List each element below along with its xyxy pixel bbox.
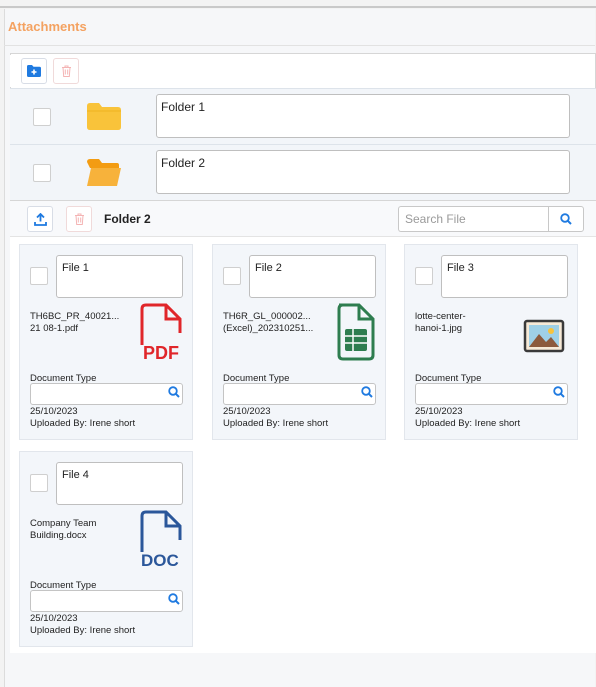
top-divider	[0, 6, 596, 8]
file-toolbar: Folder 2	[10, 201, 596, 237]
search-icon[interactable]	[361, 386, 373, 398]
file-filename: Company Team Building.docx	[30, 518, 97, 541]
file-card[interactable]: File 3 lotte-center- hanoi-1.jpg Documen…	[404, 244, 578, 440]
trash-icon	[61, 65, 71, 77]
search-icon[interactable]	[553, 386, 565, 398]
uploaded-by: Uploaded By: Irene short	[223, 418, 329, 429]
upload-date: 25/10/2023	[30, 406, 78, 417]
search-icon[interactable]	[168, 593, 180, 605]
file-checkbox[interactable]	[415, 267, 433, 285]
folder-name-field[interactable]: Folder 2	[156, 150, 570, 194]
add-folder-button[interactable]	[21, 58, 47, 84]
upload-date: 25/10/2023	[223, 406, 271, 417]
file-filename: TH6R_GL_000002... (Excel)_202310251...	[223, 311, 314, 334]
sheet-icon	[337, 303, 375, 361]
panel-title: Attachments	[8, 19, 87, 34]
add-folder-icon	[27, 65, 41, 77]
file-name-field[interactable]: File 3	[441, 255, 568, 298]
folder-row[interactable]: Folder 2	[10, 144, 596, 200]
file-name-field[interactable]: File 2	[249, 255, 376, 298]
current-folder-label: Folder 2	[104, 212, 151, 226]
title-divider	[4, 45, 595, 46]
uploaded-by: Uploaded By: Irene short	[30, 418, 136, 429]
file-name-field[interactable]: File 4	[56, 462, 183, 505]
delete-folder-button[interactable]	[53, 58, 79, 84]
upload-icon	[33, 212, 47, 226]
folder-contents: Folder 2 File 1 TH6BC_PR_40021... 21 08-…	[10, 200, 596, 653]
folder-list: Folder 1 Folder 2	[10, 88, 596, 200]
svg-text:PDF: PDF	[143, 343, 179, 363]
file-card[interactable]: File 1 TH6BC_PR_40021... 21 08-1.pdf PDF…	[19, 244, 193, 440]
document-type-input[interactable]	[30, 383, 183, 405]
file-filename: TH6BC_PR_40021... 21 08-1.pdf	[30, 311, 120, 334]
file-name-field[interactable]: File 1	[56, 255, 183, 298]
folder-row[interactable]: Folder 1	[10, 88, 596, 144]
folder-open-icon	[87, 159, 121, 186]
file-card[interactable]: File 2 TH6R_GL_000002... (Excel)_2023102…	[212, 244, 386, 440]
file-card[interactable]: File 4 Company Team Building.docx DOC Do…	[19, 451, 193, 647]
doc-icon: DOC	[140, 510, 182, 570]
image-icon	[523, 319, 565, 353]
folder-icon	[87, 103, 121, 130]
svg-text:DOC: DOC	[141, 551, 179, 570]
file-filename: lotte-center- hanoi-1.jpg	[415, 311, 466, 334]
folder-toolbar	[10, 55, 594, 87]
search-icon	[560, 213, 572, 225]
file-checkbox[interactable]	[30, 267, 48, 285]
folder-name-field[interactable]: Folder 1	[156, 94, 570, 138]
search-input[interactable]	[398, 206, 550, 232]
file-checkbox[interactable]	[223, 267, 241, 285]
upload-button[interactable]	[27, 206, 53, 232]
document-type-input[interactable]	[415, 383, 568, 405]
folder-checkbox[interactable]	[33, 108, 51, 126]
document-type-input[interactable]	[30, 590, 183, 612]
pdf-icon: PDF	[140, 303, 182, 363]
search-button[interactable]	[548, 206, 584, 232]
upload-date: 25/10/2023	[415, 406, 463, 417]
uploaded-by: Uploaded By: Irene short	[415, 418, 521, 429]
delete-file-button[interactable]	[66, 206, 92, 232]
document-type-input[interactable]	[223, 383, 376, 405]
search-icon[interactable]	[168, 386, 180, 398]
folder-checkbox[interactable]	[33, 164, 51, 182]
file-checkbox[interactable]	[30, 474, 48, 492]
trash-icon	[74, 213, 84, 225]
uploaded-by: Uploaded By: Irene short	[30, 625, 136, 636]
upload-date: 25/10/2023	[30, 613, 78, 624]
